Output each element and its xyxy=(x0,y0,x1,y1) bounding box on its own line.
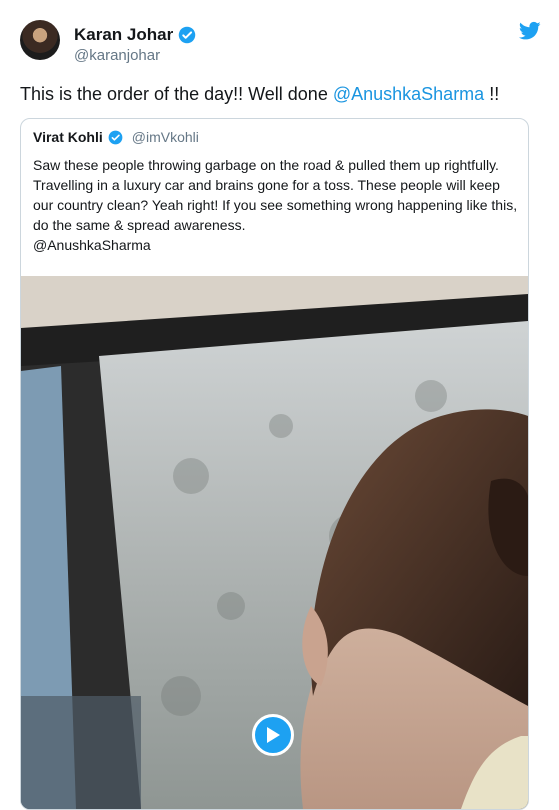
quoted-tweet-body: Saw these people throwing garbage on the… xyxy=(33,157,518,233)
tweet-text-after: !! xyxy=(484,84,500,104)
tweet-text: This is the order of the day!! Well done… xyxy=(20,84,499,105)
tweet-mention-link[interactable]: @AnushkaSharma xyxy=(333,84,484,104)
verified-badge-icon xyxy=(178,26,196,44)
author-avatar[interactable] xyxy=(20,20,60,60)
author-handle[interactable]: @karanjohar xyxy=(74,47,160,64)
quoted-author-handle[interactable]: @imVkohli xyxy=(132,129,199,145)
video-play-button[interactable] xyxy=(252,714,294,756)
author-name-text: Karan Johar xyxy=(74,25,174,44)
play-icon xyxy=(267,727,280,743)
quoted-tweet-card[interactable]: Virat Kohli @imVkohli Saw these people t… xyxy=(20,118,529,810)
twitter-bird-icon[interactable] xyxy=(519,21,541,41)
quoted-author-name[interactable]: Virat Kohli xyxy=(33,129,103,145)
quoted-tweet-text: Saw these people throwing garbage on the… xyxy=(33,155,519,255)
tweet-text-before: This is the order of the day!! Well done xyxy=(20,84,333,104)
quoted-tweet-mention-link[interactable]: @AnushkaSharma xyxy=(33,237,151,253)
verified-badge-icon xyxy=(108,130,123,144)
author-display-name[interactable]: Karan Johar xyxy=(74,25,196,45)
quoted-tweet-header: Virat Kohli @imVkohli xyxy=(33,129,199,145)
